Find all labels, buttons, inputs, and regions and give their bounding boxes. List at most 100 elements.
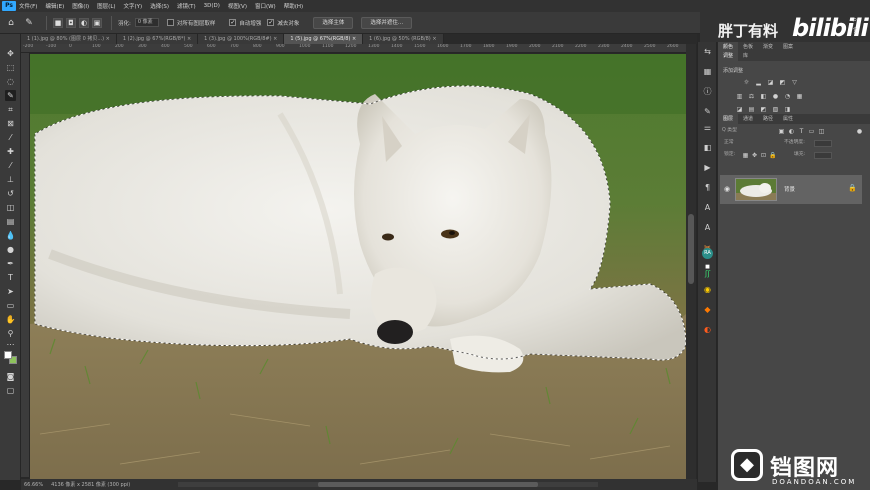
menu-image[interactable]: 图像(I)	[72, 2, 89, 10]
info-icon[interactable]: ⓘ	[702, 86, 713, 97]
home-icon[interactable]: ⌂	[4, 16, 18, 30]
hue-saturation-icon[interactable]: ▥	[736, 93, 743, 100]
add-selection-icon[interactable]: ◘	[66, 17, 76, 28]
tool-preset-icon[interactable]: ✎	[22, 16, 36, 30]
vertical-scrollbar[interactable]	[686, 44, 696, 479]
scrollbar-thumb[interactable]	[318, 482, 539, 487]
blend-mode-select[interactable]: 正常	[724, 139, 734, 147]
lasso-tool-icon[interactable]: ◌	[5, 76, 16, 87]
scrollbar-thumb[interactable]	[688, 214, 694, 284]
eye-icon[interactable]: ◉	[724, 185, 730, 193]
plugin-icon[interactable]: ◐	[702, 324, 713, 335]
filter-adjust-icon[interactable]: ◐	[788, 128, 795, 135]
photo-filter-icon[interactable]: ●	[772, 93, 779, 100]
quick-selection-tool-icon[interactable]: ✎	[5, 90, 16, 101]
share-icon[interactable]: ⇪	[850, 26, 860, 36]
path-selection-icon[interactable]: ➤	[5, 286, 16, 297]
color-wheel-icon[interactable]: ◉	[702, 284, 713, 295]
filter-toggle-icon[interactable]: ●	[856, 128, 863, 135]
adjustments-icon[interactable]: ⚌	[702, 122, 713, 133]
quick-mask-icon[interactable]: ◙	[5, 371, 16, 382]
tab-libraries[interactable]: 库	[738, 51, 753, 61]
horizontal-ruler[interactable]: -200 -100 0 100 200 300 400 500 600 700 800 900 1000…	[21, 44, 686, 53]
marquee-tool-icon[interactable]: ⬚	[5, 62, 16, 73]
select-and-mask-button[interactable]: 选择并遮住...	[361, 16, 413, 29]
eraser-tool-icon[interactable]: ◫	[5, 202, 16, 213]
gradient-map-icon[interactable]: ▧	[772, 106, 779, 113]
subtract-object-checkbox[interactable]: ✓	[267, 19, 275, 26]
select-subject-button[interactable]: 选择主体	[313, 16, 354, 29]
menu-select[interactable]: 选择(S)	[150, 2, 169, 10]
filter-pixel-icon[interactable]: ▣	[778, 128, 785, 135]
clone-stamp-icon[interactable]: ⊥	[5, 174, 16, 185]
menu-layer[interactable]: 图层(L)	[97, 2, 115, 10]
document-tab[interactable]: 1 (6).jpg @ 50% (RGB/8) ×	[363, 34, 444, 44]
lock-pixels-icon[interactable]: ▦	[742, 152, 749, 159]
glyphs-icon[interactable]: A	[702, 202, 713, 213]
history-icon[interactable]: ⇆	[702, 46, 713, 57]
crop-tool-icon[interactable]: ⌗	[5, 104, 16, 115]
subtract-selection-icon[interactable]: ◐	[79, 17, 89, 28]
filter-smart-icon[interactable]: ◫	[818, 128, 825, 135]
dodge-tool-icon[interactable]: ●	[5, 244, 16, 255]
vertical-ruler[interactable]	[21, 53, 30, 477]
color-balance-icon[interactable]: ⚖	[748, 93, 755, 100]
zoom-tool-icon[interactable]: ⚲	[5, 328, 16, 339]
channel-mixer-icon[interactable]: ◔	[784, 93, 791, 100]
menu-type[interactable]: 文字(Y)	[124, 2, 143, 10]
zoom-level[interactable]: 66.66%	[24, 482, 43, 488]
tab-layers[interactable]: 图层	[718, 114, 739, 124]
brightness-icon[interactable]: ☼	[743, 79, 750, 86]
document-tab[interactable]: 1 (3).jpg @ 100%(RGB/8#) ×	[198, 34, 285, 44]
lock-position-icon[interactable]: ✥	[751, 152, 758, 159]
properties-icon[interactable]: ▦	[702, 66, 713, 77]
tab-channels[interactable]: 通道	[738, 114, 758, 124]
document-info[interactable]: 4136 像素 x 2581 像素 (300 ppi)	[51, 481, 130, 488]
feather-input[interactable]: 0 像素	[134, 18, 159, 27]
invert-icon[interactable]: ◪	[736, 106, 743, 113]
frame-tool-icon[interactable]: ⊠	[5, 118, 16, 129]
menu-3d[interactable]: 3D(D)	[204, 3, 220, 9]
new-selection-icon[interactable]: ■	[53, 17, 63, 28]
tab-paths[interactable]: 路径	[758, 114, 778, 124]
intersect-selection-icon[interactable]: ▣	[92, 17, 102, 28]
menu-edit[interactable]: 编辑(E)	[45, 2, 64, 10]
tab-adjustments[interactable]: 调整	[718, 51, 739, 61]
ra-plugin-icon[interactable]: RA	[702, 248, 713, 259]
fill-input[interactable]	[814, 152, 832, 159]
document-tab-active[interactable]: 1 (5).jpg @ 67%(RGB/8) ×	[284, 34, 364, 44]
menu-window[interactable]: 窗口(W)	[255, 2, 276, 10]
pen-tool-icon[interactable]: ✒	[5, 258, 16, 269]
menu-filter[interactable]: 滤镜(T)	[177, 2, 196, 10]
more-tools-icon[interactable]: ⋯	[5, 339, 16, 350]
history-brush-icon[interactable]: ↺	[5, 188, 16, 199]
styles-icon[interactable]: ◧	[702, 142, 713, 153]
lock-all-icon[interactable]: 🔒	[769, 152, 776, 159]
brush-tool-icon[interactable]: ⁄	[5, 160, 16, 171]
opacity-input[interactable]	[814, 140, 832, 147]
document-tab[interactable]: 1 (2).jpg @ 67%(RGB/8*) ×	[116, 34, 199, 44]
hand-tool-icon[interactable]: ✋	[5, 314, 16, 325]
document-canvas[interactable]	[30, 54, 686, 479]
menu-file[interactable]: 文件(F)	[19, 2, 37, 10]
actions-icon[interactable]: ▶	[702, 162, 713, 173]
horizontal-scrollbar[interactable]	[178, 482, 599, 487]
vibrance-icon[interactable]: ▽	[791, 79, 798, 86]
paragraph-icon[interactable]: ¶	[702, 182, 713, 193]
color-lookup-icon[interactable]: ▦	[796, 93, 803, 100]
sample-all-checkbox[interactable]	[166, 19, 174, 26]
curves-icon[interactable]: ◪	[767, 79, 774, 86]
eyedropper-tool-icon[interactable]: ⁄	[5, 132, 16, 143]
blur-tool-icon[interactable]: 💧	[5, 230, 16, 241]
layer-row[interactable]: ◉ 背景 🔒	[720, 175, 862, 204]
menu-view[interactable]: 视图(V)	[228, 2, 247, 10]
search-icon[interactable]: ⌕	[850, 15, 860, 25]
plugin-icon[interactable]: ʃʃ	[702, 268, 713, 279]
filter-shape-icon[interactable]: ▭	[808, 128, 815, 135]
healing-brush-icon[interactable]: ✚	[5, 146, 16, 157]
type-tool-icon[interactable]: T	[5, 272, 16, 283]
tab-properties[interactable]: 属性	[778, 114, 798, 124]
levels-icon[interactable]: ▂	[755, 79, 762, 86]
rectangle-tool-icon[interactable]: ▭	[5, 300, 16, 311]
layer-kind-filter[interactable]: Q 类型	[722, 127, 737, 135]
